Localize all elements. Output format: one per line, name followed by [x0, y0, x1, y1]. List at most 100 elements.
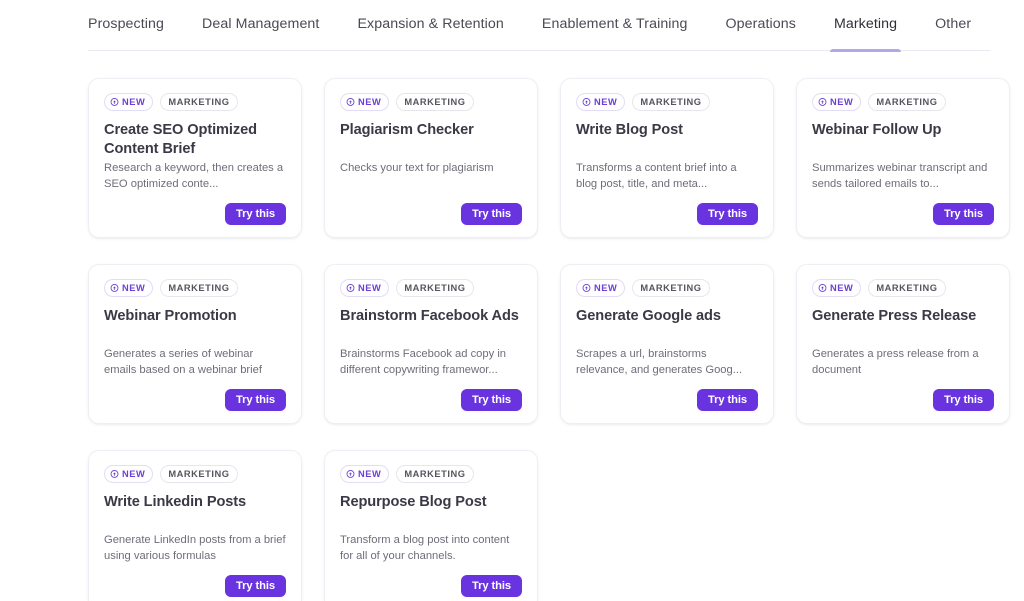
lightbulb-icon — [346, 97, 355, 107]
lightbulb-icon — [582, 97, 591, 107]
lightbulb-icon — [346, 469, 355, 479]
card-footer: Try this — [104, 203, 286, 225]
template-card[interactable]: NEW MARKETING Generate Press Release Genera… — [796, 264, 1010, 424]
card-title: Repurpose Blog Post — [340, 494, 487, 510]
new-badge-label: NEW — [830, 97, 854, 107]
template-card[interactable]: NEW MARKETING Create SEO Optimized Content… — [88, 78, 302, 238]
tab-label: Other — [935, 16, 972, 32]
tab-expansion-retention[interactable]: Expansion & Retention — [357, 0, 503, 51]
card-description: Generate LinkedIn posts from a brief usi… — [104, 534, 286, 562]
new-badge: NEW — [576, 279, 626, 297]
template-card[interactable]: NEW MARKETING Brainstorm Facebook Ads Brain… — [324, 264, 538, 424]
new-badge: NEW — [812, 93, 862, 111]
app-root: Prospecting Deal Management Expansion & Re… — [0, 0, 1024, 601]
card-badges: NEW MARKETING — [812, 93, 994, 111]
card-description: Summarizes webinar transcript and sends … — [812, 162, 988, 190]
new-badge: NEW — [104, 465, 154, 483]
template-card[interactable]: NEW MARKETING Write Linkedin Posts Generate… — [88, 450, 302, 601]
card-title: Generate Press Release — [812, 308, 977, 324]
try-this-button[interactable]: Try this — [933, 203, 994, 225]
lightbulb-icon — [110, 469, 119, 479]
template-card-grid: NEW MARKETING Create SEO Optimized Content… — [88, 78, 1010, 601]
card-footer: Try this — [576, 389, 758, 411]
tab-label: Expansion & Retention — [357, 16, 504, 32]
try-this-button[interactable]: Try this — [225, 389, 286, 411]
card-footer: Try this — [104, 389, 286, 411]
template-card[interactable]: NEW MARKETING Repurpose Blog Post Transform… — [324, 450, 538, 601]
template-card[interactable]: NEW MARKETING Write Blog Post Transforms a … — [560, 78, 774, 238]
try-this-button[interactable]: Try this — [933, 389, 994, 411]
new-badge-label: NEW — [830, 283, 854, 293]
new-badge-label: NEW — [358, 283, 382, 293]
card-footer: Try this — [812, 203, 994, 225]
tab-prospecting[interactable]: Prospecting — [88, 0, 164, 51]
card-badges: NEW MARKETING — [104, 279, 286, 297]
template-card[interactable]: NEW MARKETING Webinar Promotion Generates a… — [88, 264, 302, 424]
card-badges: NEW MARKETING — [340, 465, 522, 483]
lightbulb-icon — [110, 97, 119, 107]
category-badge-label: MARKETING — [168, 469, 230, 479]
card-footer: Try this — [340, 203, 522, 225]
category-tab-bar: Prospecting Deal Management Expansion & Re… — [88, 0, 990, 52]
try-this-button[interactable]: Try this — [461, 203, 522, 225]
category-badge-label: MARKETING — [168, 97, 230, 107]
card-title: Webinar Follow Up — [812, 122, 942, 138]
card-badges: NEW MARKETING — [340, 93, 522, 111]
new-badge: NEW — [576, 93, 626, 111]
new-badge: NEW — [340, 93, 390, 111]
tab-operations[interactable]: Operations — [726, 0, 796, 51]
try-this-button[interactable]: Try this — [697, 389, 758, 411]
try-this-button[interactable]: Try this — [697, 203, 758, 225]
try-this-button[interactable]: Try this — [461, 389, 522, 411]
lightbulb-icon — [818, 97, 827, 107]
try-this-button[interactable]: Try this — [225, 203, 286, 225]
card-footer: Try this — [812, 389, 994, 411]
new-badge-label: NEW — [358, 469, 382, 479]
category-badge: MARKETING — [396, 279, 474, 297]
new-badge-label: NEW — [122, 469, 146, 479]
card-footer: Try this — [340, 575, 522, 597]
template-card[interactable]: NEW MARKETING Generate Google ads Scrapes a… — [560, 264, 774, 424]
lightbulb-icon — [582, 283, 591, 293]
template-card[interactable]: NEW MARKETING Webinar Follow Up Summarizes … — [796, 78, 1010, 238]
try-this-button[interactable]: Try this — [225, 575, 286, 597]
try-this-button[interactable]: Try this — [461, 575, 522, 597]
card-title: Webinar Promotion — [104, 308, 237, 324]
card-badges: NEW MARKETING — [340, 279, 522, 297]
card-description: Generates a press release from a documen… — [812, 348, 979, 376]
new-badge: NEW — [104, 93, 154, 111]
card-footer: Try this — [104, 575, 286, 597]
card-badges: NEW MARKETING — [576, 93, 758, 111]
new-badge-label: NEW — [122, 283, 146, 293]
category-badge: MARKETING — [632, 279, 710, 297]
category-badge-label: MARKETING — [404, 283, 466, 293]
new-badge: NEW — [812, 279, 862, 297]
tab-enablement-training[interactable]: Enablement & Training — [542, 0, 688, 51]
category-badge: MARKETING — [160, 465, 238, 483]
category-badge: MARKETING — [396, 465, 474, 483]
lightbulb-icon — [346, 283, 355, 293]
new-badge-label: NEW — [122, 97, 146, 107]
tab-marketing[interactable]: Marketing — [829, 0, 902, 52]
category-badge-label: MARKETING — [876, 283, 938, 293]
category-badge-label: MARKETING — [404, 469, 466, 479]
card-description: Research a keyword, then creates a SEO o… — [104, 162, 284, 190]
category-badge-label: MARKETING — [640, 283, 702, 293]
template-card[interactable]: NEW MARKETING Plagiarism Checker Checks you… — [324, 78, 538, 238]
category-badge: MARKETING — [868, 93, 946, 111]
new-badge-label: NEW — [594, 97, 618, 107]
category-badge-label: MARKETING — [876, 97, 938, 107]
category-badge-label: MARKETING — [640, 97, 702, 107]
new-badge: NEW — [104, 279, 154, 297]
card-title: Brainstorm Facebook Ads — [340, 308, 519, 324]
tab-other[interactable]: Other — [935, 0, 971, 51]
card-description: Transforms a content brief into a blog p… — [576, 162, 737, 190]
category-badge: MARKETING — [632, 93, 710, 111]
tab-label: Enablement & Training — [541, 16, 688, 32]
new-badge-label: NEW — [594, 283, 618, 293]
card-description: Brainstorms Facebook ad copy in differen… — [340, 348, 507, 376]
lightbulb-icon — [818, 283, 827, 293]
card-footer: Try this — [340, 389, 522, 411]
card-title: Generate Google ads — [576, 308, 721, 324]
tab-deal-management[interactable]: Deal Management — [202, 0, 319, 51]
